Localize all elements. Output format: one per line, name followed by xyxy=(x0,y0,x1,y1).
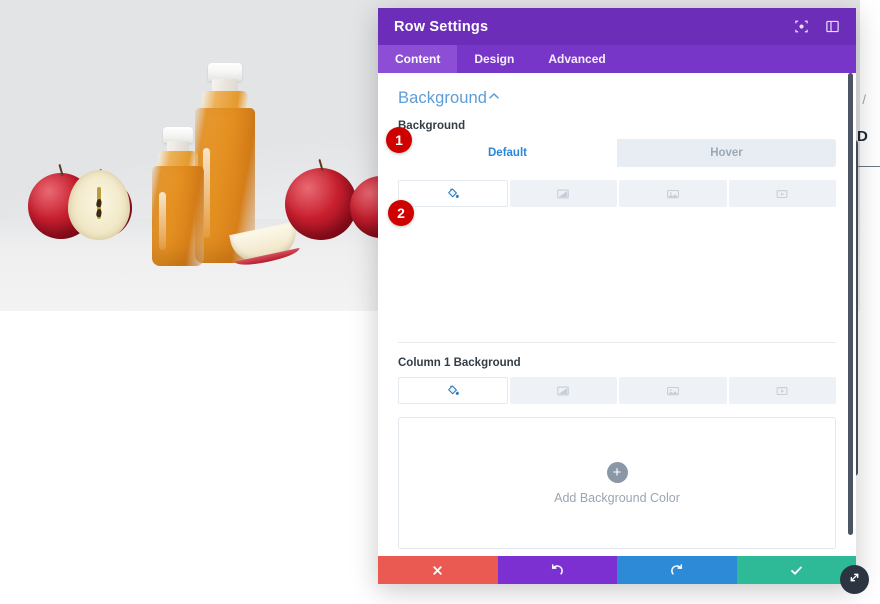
undo-arrow-icon xyxy=(550,563,564,577)
callout-badge-1: 1 xyxy=(386,127,412,153)
background-image-icon xyxy=(666,187,680,201)
background-state-toggle: Default Hover xyxy=(398,139,836,167)
cancel-button[interactable] xyxy=(378,556,498,584)
resize-diagonal-icon xyxy=(847,570,862,590)
bottle-body xyxy=(152,166,204,266)
undo-button[interactable] xyxy=(497,556,617,584)
background-gradient-icon xyxy=(556,384,570,398)
column-background-gradient-tab[interactable] xyxy=(509,377,617,404)
redo-button[interactable] xyxy=(617,556,737,584)
redo-arrow-icon xyxy=(670,563,684,577)
background-color-icon xyxy=(446,187,460,201)
modal-resize-handle[interactable] xyxy=(840,565,869,594)
close-x-icon xyxy=(431,564,444,577)
focus-target-icon[interactable] xyxy=(794,19,809,34)
modal-tabs: Content Design Advanced xyxy=(378,45,856,73)
column-background-image-tab[interactable] xyxy=(619,377,727,404)
tab-content[interactable]: Content xyxy=(378,45,458,73)
background-video-icon xyxy=(775,384,789,398)
background-section-title: Background xyxy=(398,89,488,107)
modal-header-actions xyxy=(794,19,840,34)
column-background-label: Column 1 Background xyxy=(398,357,521,369)
background-video-icon xyxy=(775,187,789,201)
modal-scrollbar[interactable] xyxy=(848,73,853,535)
background-image-tab[interactable] xyxy=(619,180,727,207)
column-background-color-tab[interactable] xyxy=(398,377,508,404)
modal-body-content: Background Background Default Hover Colu… xyxy=(378,73,856,549)
modal-body: Background Background Default Hover Colu… xyxy=(378,73,856,556)
apple-halved xyxy=(68,170,130,240)
add-background-color-label: Add Background Color xyxy=(554,490,680,505)
apple-whole-right xyxy=(285,158,357,240)
background-color-icon xyxy=(446,384,460,398)
toggle-hover[interactable]: Hover xyxy=(617,139,836,167)
background-video-tab[interactable] xyxy=(728,180,836,207)
background-gradient-icon xyxy=(556,187,570,201)
toggle-default[interactable]: Default xyxy=(398,139,617,167)
modal-header: Row Settings xyxy=(378,8,856,45)
tab-advanced[interactable]: Advanced xyxy=(531,45,622,73)
column-background-section: Column 1 Background + Add Background Col… xyxy=(398,343,836,549)
tab-design[interactable]: Design xyxy=(457,45,531,73)
callout-badge-2: 2 xyxy=(388,200,414,226)
background-color-tab[interactable] xyxy=(398,180,508,207)
plus-icon: + xyxy=(606,461,628,483)
background-field-label: Background xyxy=(398,120,466,132)
check-icon xyxy=(789,563,804,578)
column-background-type-row xyxy=(398,377,836,404)
row-settings-modal: Row Settings Content Design Advanced Bac… xyxy=(378,8,856,584)
background-color-empty-area xyxy=(398,207,836,342)
modal-title: Row Settings xyxy=(394,18,489,35)
background-gradient-tab[interactable] xyxy=(509,180,617,207)
page-text-fragment-top: / xyxy=(862,92,866,107)
modal-footer xyxy=(378,556,856,584)
apple-seed xyxy=(95,199,103,208)
juice-bottle-short xyxy=(152,127,204,266)
bottle-gloss xyxy=(203,148,211,239)
apple-seed xyxy=(95,208,103,218)
save-button[interactable] xyxy=(736,556,856,584)
background-section-header[interactable]: Background xyxy=(398,73,836,120)
background-type-row xyxy=(398,180,836,207)
layout-panel-icon[interactable] xyxy=(825,19,840,34)
column-background-video-tab[interactable] xyxy=(728,377,836,404)
add-background-color-dropzone[interactable]: + Add Background Color xyxy=(398,417,836,549)
background-image-icon xyxy=(666,384,680,398)
bottle-gloss xyxy=(159,192,167,250)
chevron-up-icon[interactable] xyxy=(487,89,501,108)
